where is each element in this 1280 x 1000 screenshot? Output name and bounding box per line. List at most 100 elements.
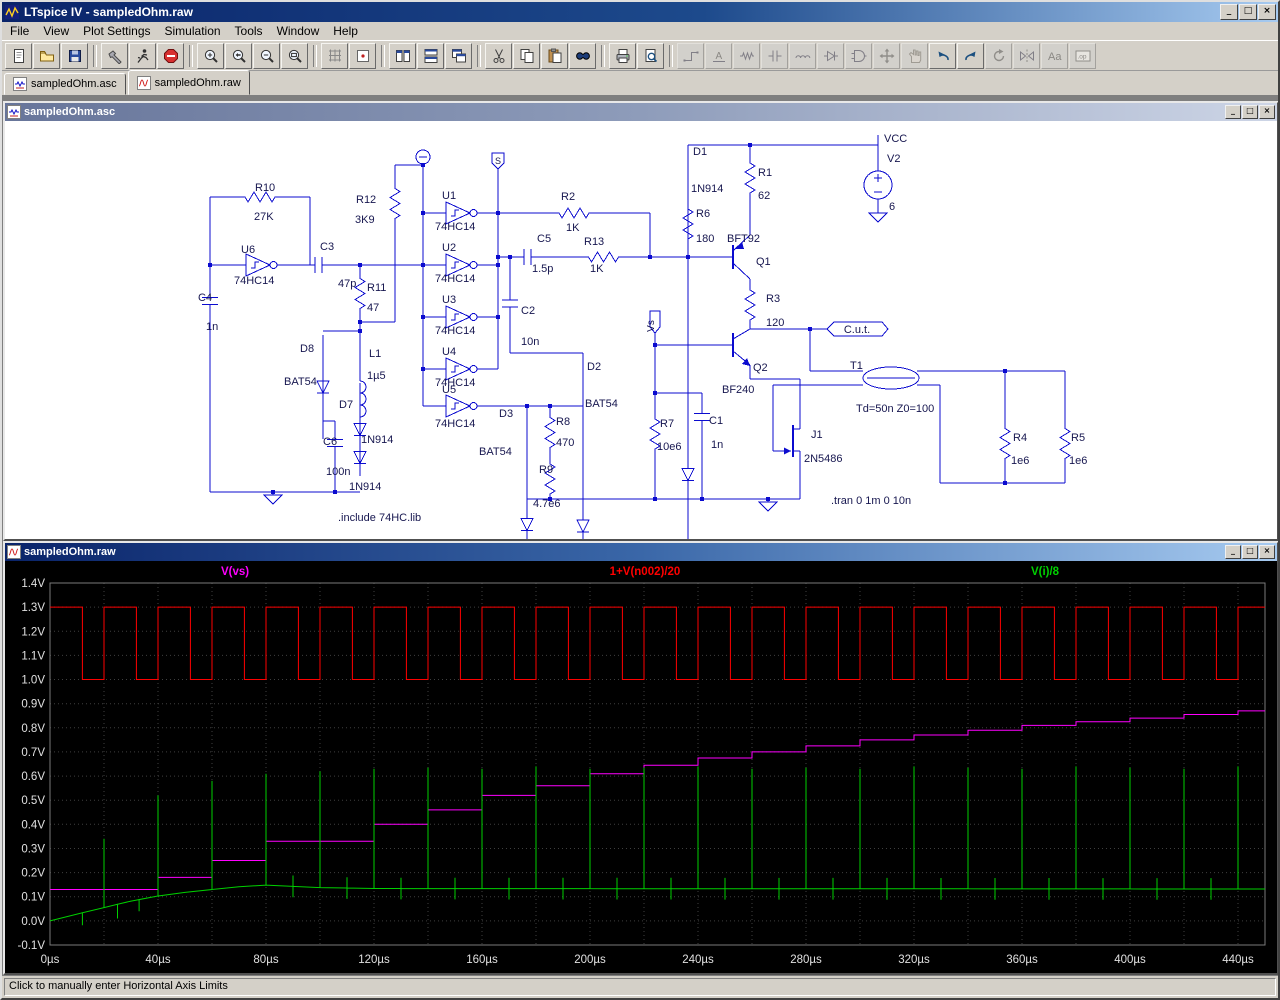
- component-label: C1: [709, 415, 723, 427]
- schematic-window[interactable]: sampledOhm.asc _ □ × R1027KU674HC14C347p…: [3, 101, 1279, 541]
- toolbar-zoom-out-button[interactable]: [253, 43, 280, 69]
- plot-grid: [50, 583, 1265, 945]
- menu-help[interactable]: Help: [326, 22, 365, 40]
- toolbar-draw-wire-button[interactable]: [677, 43, 704, 69]
- waveform-close-button[interactable]: ×: [1259, 545, 1275, 559]
- toolbar-mirror-button[interactable]: [1013, 43, 1040, 69]
- plot-axis-labels: 1.4V1.3V1.2V1.1V1.0V0.9V0.8V0.7V0.6V0.5V…: [18, 566, 1255, 966]
- toolbar-separator: [477, 45, 481, 67]
- control-panel-icon: [107, 48, 123, 64]
- status-text: Click to manually enter Horizontal Axis …: [4, 978, 1276, 996]
- waveform-maximize-button[interactable]: □: [1242, 545, 1258, 559]
- toolbar-drag-button[interactable]: [901, 43, 928, 69]
- toolbar-cascade-windows-button[interactable]: [445, 43, 472, 69]
- y-axis-tick-label: 0.9V: [21, 699, 45, 711]
- toolbar-cut-button[interactable]: [485, 43, 512, 69]
- toolbar-halt-button[interactable]: [157, 43, 184, 69]
- component-label: 62: [758, 190, 770, 202]
- component-label: U1: [442, 190, 456, 202]
- toolbar-redo-button[interactable]: [957, 43, 984, 69]
- tile-horizontally-icon: [423, 48, 439, 64]
- maximize-button[interactable]: □: [1239, 4, 1257, 20]
- titlebar[interactable]: LTspice IV - sampledOhm.raw _ □ ×: [2, 2, 1278, 22]
- toolbar-open-button[interactable]: [33, 43, 60, 69]
- toolbar-place-resistor-button[interactable]: [733, 43, 760, 69]
- y-axis-tick-label: 0.7V: [21, 747, 45, 759]
- x-axis-tick-label: 280µs: [790, 954, 822, 966]
- toolbar-save-button[interactable]: [61, 43, 88, 69]
- schematic-titlebar[interactable]: sampledOhm.asc _ □ ×: [5, 103, 1277, 121]
- toolbar-separator: [189, 45, 193, 67]
- menu-plot-settings[interactable]: Plot Settings: [76, 22, 157, 40]
- component-label: T1: [850, 360, 863, 372]
- toolbar-spice-directive-button[interactable]: .op: [1069, 43, 1096, 69]
- component-label: BFT92: [727, 233, 760, 245]
- toolbar-run-button[interactable]: [129, 43, 156, 69]
- toolbar-find-button[interactable]: [569, 43, 596, 69]
- toolbar-place-diode-button[interactable]: [817, 43, 844, 69]
- toolbar-place-component-button[interactable]: [845, 43, 872, 69]
- minimize-button[interactable]: _: [1220, 4, 1238, 20]
- zoom-full-extents-icon: [287, 48, 303, 64]
- schematic-doc-icon: [7, 105, 21, 119]
- toolbar-print-button[interactable]: [609, 43, 636, 69]
- component-label: C.u.t.: [844, 324, 870, 336]
- y-axis-tick-label: 1.4V: [21, 578, 45, 590]
- menu-window[interactable]: Window: [270, 22, 327, 40]
- toolbar-place-inductor-button[interactable]: [789, 43, 816, 69]
- component-label: 1N914: [691, 183, 723, 195]
- toolbar-zoom-full-extents-button[interactable]: [281, 43, 308, 69]
- undo-icon: [935, 48, 951, 64]
- toolbar-mark-unconnected-button[interactable]: [349, 43, 376, 69]
- y-axis-tick-label: 0.2V: [21, 868, 45, 880]
- component-label: R1: [758, 167, 772, 179]
- waveform-minimize-button[interactable]: _: [1225, 545, 1241, 559]
- toolbar-zoom-back-button[interactable]: [225, 43, 252, 69]
- svg-text:A: A: [715, 51, 722, 62]
- toolbar-move-button[interactable]: [873, 43, 900, 69]
- schematic-minimize-button[interactable]: _: [1225, 105, 1241, 119]
- toolbar-new-schematic-button[interactable]: [5, 43, 32, 69]
- schematic-canvas[interactable]: R1027KU674HC14C347pC41nR123K9R1147L11µ5D…: [5, 121, 1277, 539]
- x-axis-tick-label: 320µs: [898, 954, 930, 966]
- toolbar-zoom-in-button[interactable]: [197, 43, 224, 69]
- move-icon: [879, 48, 895, 64]
- waveform-canvas[interactable]: 1.4V1.3V1.2V1.1V1.0V0.9V0.8V0.7V0.6V0.5V…: [5, 561, 1277, 973]
- menu-tools[interactable]: Tools: [228, 22, 270, 40]
- tab-sampledOhm.asc[interactable]: sampledOhm.asc: [4, 73, 126, 95]
- x-axis-tick-label: 80µs: [253, 954, 278, 966]
- waveform-window[interactable]: sampledOhm.raw _ □ × 1.4V1.3V1.2V1.1V1.0…: [3, 541, 1279, 975]
- schematic-maximize-button[interactable]: □: [1242, 105, 1258, 119]
- toolbar-rotate-button[interactable]: [985, 43, 1012, 69]
- schematic-close-button[interactable]: ×: [1259, 105, 1275, 119]
- menu-file[interactable]: File: [3, 22, 36, 40]
- component-label: 4.7e6: [533, 498, 561, 510]
- toolbar-place-capacitor-button[interactable]: [761, 43, 788, 69]
- component-label: BF240: [722, 384, 754, 396]
- menu-view[interactable]: View: [36, 22, 76, 40]
- y-axis-tick-label: 1.1V: [21, 650, 45, 662]
- toolbar-tile-vertically-button[interactable]: [389, 43, 416, 69]
- waveform-titlebar[interactable]: sampledOhm.raw _ □ ×: [5, 543, 1277, 561]
- component-label: 120: [766, 317, 784, 329]
- toolbar-separator: [601, 45, 605, 67]
- component-label: 27K: [254, 211, 274, 223]
- toolbar-copy-button[interactable]: [513, 43, 540, 69]
- component-label: U3: [442, 294, 456, 306]
- toolbar-undo-button[interactable]: [929, 43, 956, 69]
- component-label: D3: [499, 408, 513, 420]
- y-axis-tick-label: 0.0V: [21, 916, 45, 928]
- toolbar-tile-horizontally-button[interactable]: [417, 43, 444, 69]
- component-label: R12: [356, 194, 376, 206]
- toolbar-label-net-button[interactable]: A: [705, 43, 732, 69]
- close-button[interactable]: ×: [1258, 4, 1276, 20]
- toolbar-print-preview-button[interactable]: [637, 43, 664, 69]
- toolbar-control-panel-button[interactable]: [101, 43, 128, 69]
- toolbar-show-grid-button[interactable]: [321, 43, 348, 69]
- schematic-tab-icon: [13, 77, 27, 91]
- toolbar-add-text-button[interactable]: Aa: [1041, 43, 1068, 69]
- tab-sampledOhm.raw[interactable]: sampledOhm.raw: [128, 70, 250, 95]
- component-label: R2: [561, 191, 575, 203]
- menu-simulation[interactable]: Simulation: [158, 22, 228, 40]
- toolbar-paste-button[interactable]: [541, 43, 568, 69]
